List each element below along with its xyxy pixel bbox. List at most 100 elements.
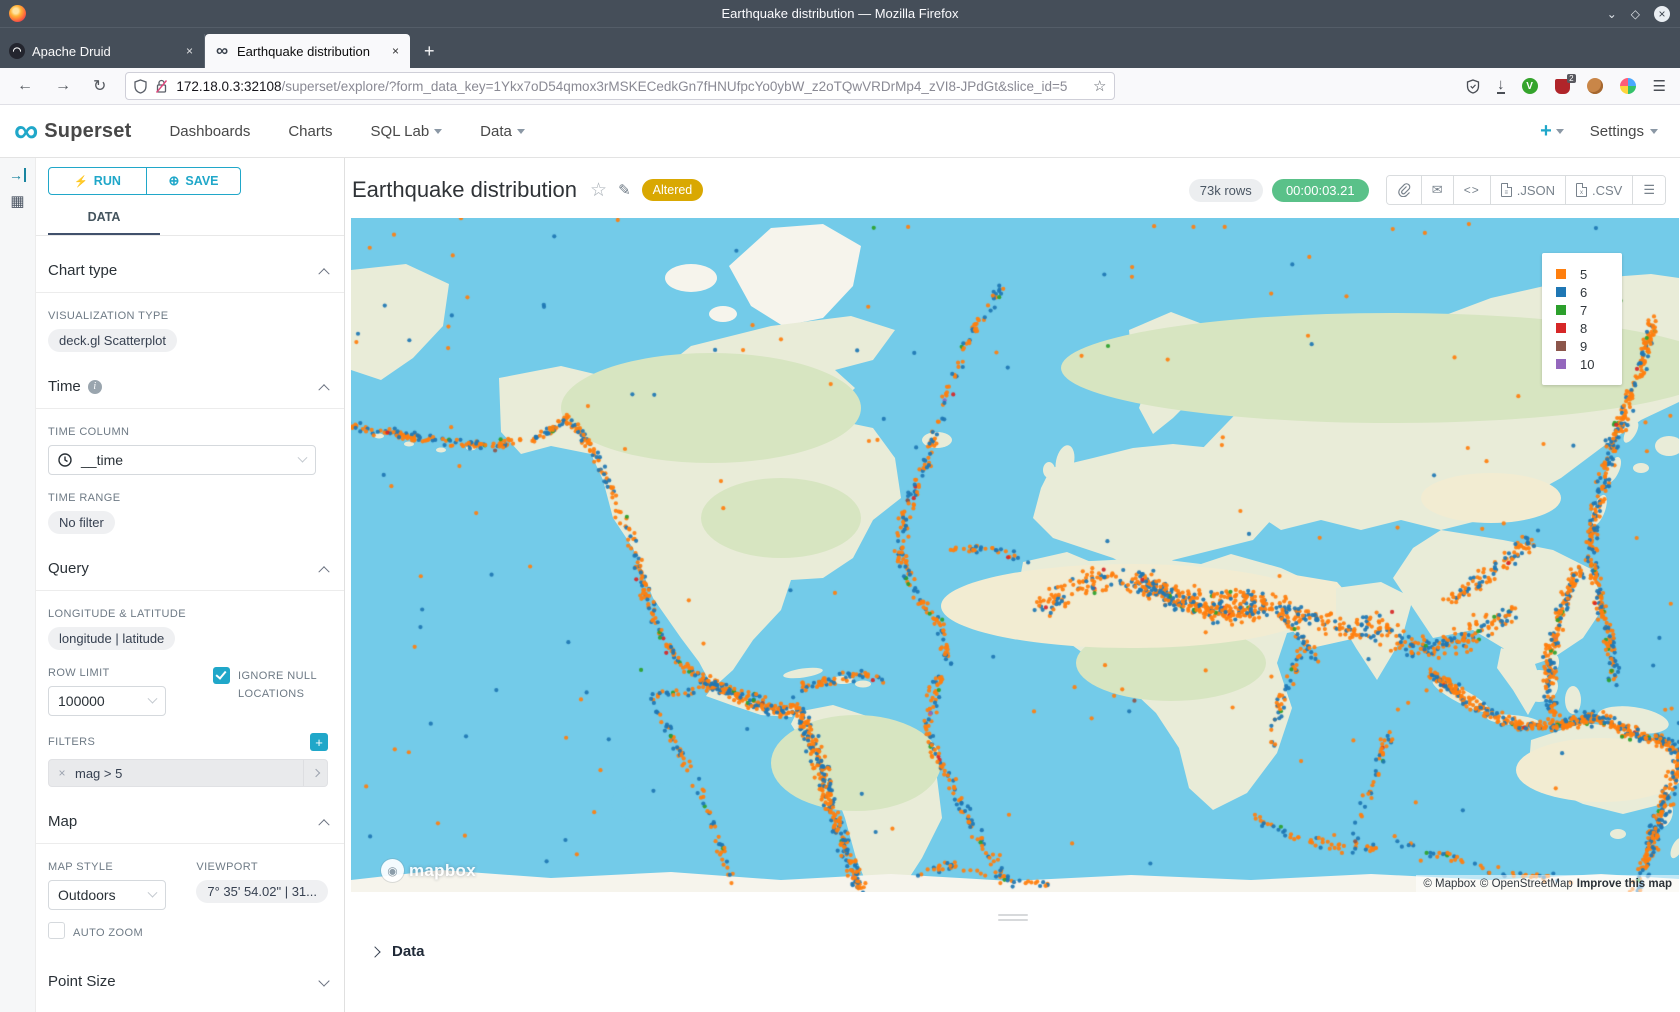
superset-favicon: ∞	[214, 43, 230, 59]
earthquake-dots-layer	[351, 218, 1679, 892]
forward-button[interactable]: →	[44, 77, 82, 95]
filters-label: FILTERS	[48, 736, 95, 748]
save-button[interactable]: ⊕ SAVE	[147, 167, 241, 195]
url-input[interactable]: 172.18.0.3:32108 /superset/explore/?form…	[125, 72, 1115, 100]
browser-tab-bar: ◠ Apache Druid × ∞ Earthquake distributi…	[0, 27, 1680, 68]
window-close-button[interactable]: ×	[1654, 6, 1670, 22]
time-range-value[interactable]: No filter	[48, 511, 115, 534]
email-button[interactable]: ✉	[1422, 176, 1454, 204]
info-icon: i	[88, 380, 102, 394]
nav-item-dashboards[interactable]: Dashboards	[169, 123, 250, 140]
back-button[interactable]: ←	[6, 77, 44, 95]
mapbox-logo[interactable]: ◉ mapbox	[381, 859, 476, 882]
url-path: /superset/explore/?form_data_key=1Ykx7oD…	[282, 79, 1087, 94]
data-results-collapse[interactable]: Data	[371, 943, 1680, 960]
chevron-right-icon	[369, 946, 380, 957]
firefox-titlebar: Earthquake distribution — Mozilla Firefo…	[0, 0, 1680, 27]
extension-green-icon[interactable]: V	[1522, 78, 1538, 94]
deckgl-scatter-map[interactable]: 5678910 ◉ mapbox © Mapbox © OpenStreetMa…	[351, 218, 1679, 892]
improve-map-link[interactable]: Improve this map	[1577, 878, 1672, 890]
caret-down-icon	[434, 129, 442, 134]
filter-item[interactable]: × mag > 5	[48, 759, 328, 787]
resize-drag-handle[interactable]	[998, 914, 1028, 921]
section-query[interactable]: Query	[48, 560, 328, 590]
caret-down-icon	[517, 129, 525, 134]
export-json-button[interactable]: ≡ .JSON	[1491, 176, 1566, 204]
nav-item-charts[interactable]: Charts	[288, 123, 332, 140]
mapbox-attribution-link[interactable]: © Mapbox	[1423, 878, 1476, 890]
nav-item-data[interactable]: Data	[480, 123, 525, 140]
nav-item-sql-lab[interactable]: SQL Lab	[371, 123, 443, 140]
chevron-down-icon	[148, 887, 158, 897]
row-limit-label: ROW LIMIT	[48, 667, 190, 679]
copy-link-button[interactable]	[1387, 176, 1422, 204]
tab-data[interactable]: DATA	[48, 210, 160, 235]
auto-zoom-checkbox[interactable]	[48, 922, 65, 939]
chart-area: Earthquake distribution ☆ ✎ Altered 73k …	[345, 158, 1680, 1012]
colorful-extension-icon[interactable]	[1620, 78, 1636, 94]
section-chart-type[interactable]: Chart type	[48, 262, 328, 292]
row-limit-select[interactable]: 100000	[48, 686, 166, 716]
protections-shield-icon[interactable]	[1466, 79, 1480, 94]
reload-button[interactable]: ↻	[82, 76, 117, 96]
tab-apache-druid[interactable]: ◠ Apache Druid ×	[0, 34, 205, 68]
more-options-button[interactable]: ☰	[1633, 176, 1665, 204]
paperclip-icon	[1397, 183, 1411, 197]
legend-value: 9	[1580, 339, 1587, 354]
remove-filter-icon[interactable]: ×	[49, 766, 75, 780]
magnitude-legend: 5678910	[1542, 253, 1622, 385]
tab-close-icon[interactable]: ×	[390, 44, 401, 58]
tab-close-icon[interactable]: ×	[184, 44, 195, 58]
export-csv-button[interactable]: x .CSV	[1566, 176, 1633, 204]
altered-badge[interactable]: Altered	[642, 179, 704, 201]
shield-icon[interactable]	[134, 79, 147, 94]
ignore-null-checkbox-row[interactable]: IGNORE NULLLOCATIONS	[213, 667, 328, 703]
ublock-extension-icon[interactable]: 2	[1555, 79, 1570, 94]
superset-brand[interactable]: ∞ Superset	[14, 120, 131, 143]
ignore-null-checkbox[interactable]	[213, 667, 230, 684]
lonlat-value[interactable]: longitude | latitude	[48, 627, 175, 650]
favorite-star-icon[interactable]: ☆	[590, 179, 607, 202]
add-filter-button[interactable]: +	[310, 733, 328, 751]
lonlat-label: LONGITUDE & LATITUDE	[48, 608, 328, 620]
run-button[interactable]: ⚡ RUN	[48, 167, 147, 195]
viewport-value[interactable]: 7° 35' 54.02" | 31...	[196, 880, 328, 903]
collapse-panel-icon[interactable]: →	[9, 168, 26, 182]
window-maximize-button[interactable]: ◇	[1631, 8, 1640, 20]
save-circle-icon: ⊕	[168, 173, 179, 189]
insecure-lock-icon[interactable]	[155, 79, 168, 94]
legend-row: 6	[1556, 283, 1622, 301]
time-range-label: TIME RANGE	[48, 492, 328, 504]
osm-attribution-link[interactable]: © OpenStreetMap	[1480, 878, 1573, 890]
chevron-up-icon	[318, 268, 329, 279]
dataset-grid-icon[interactable]: ▦	[10, 194, 24, 209]
legend-swatch	[1556, 341, 1566, 351]
legend-row: 9	[1556, 337, 1622, 355]
window-minimize-button[interactable]: ⌄	[1607, 8, 1617, 20]
section-map[interactable]: Map	[48, 813, 328, 843]
new-item-plus-button[interactable]: +	[1540, 120, 1564, 143]
section-time[interactable]: Timei	[48, 378, 328, 408]
viewport-label: VIEWPORT	[196, 861, 328, 873]
query-timer-badge: 00:00:03.21	[1272, 179, 1369, 202]
expand-filter-icon[interactable]	[303, 760, 327, 786]
embed-code-button[interactable]: <>	[1454, 176, 1491, 204]
settings-menu[interactable]: Settings	[1590, 123, 1658, 140]
cookie-extension-icon[interactable]	[1587, 78, 1603, 94]
chevron-down-icon	[298, 452, 308, 462]
viz-type-value[interactable]: deck.gl Scatterplot	[48, 329, 177, 352]
new-tab-button[interactable]: +	[410, 41, 449, 68]
left-icon-rail: → ▦	[0, 158, 36, 1012]
downloads-icon[interactable]: ↓	[1497, 78, 1505, 94]
file-csv-icon: x	[1576, 183, 1587, 197]
time-column-select[interactable]: __time	[48, 445, 316, 475]
auto-zoom-row[interactable]: AUTO ZOOM	[48, 922, 173, 943]
legend-value: 8	[1580, 321, 1587, 336]
bookmark-star-icon[interactable]: ☆	[1093, 77, 1106, 95]
menu-hamburger-icon[interactable]: ☰	[1653, 77, 1666, 95]
edit-title-icon[interactable]: ✎	[618, 181, 631, 199]
legend-row: 8	[1556, 319, 1622, 337]
section-point-size[interactable]: Point Size	[48, 973, 328, 1003]
map-style-select[interactable]: Outdoors	[48, 880, 166, 910]
tab-earthquake-distribution[interactable]: ∞ Earthquake distribution ×	[205, 34, 410, 68]
